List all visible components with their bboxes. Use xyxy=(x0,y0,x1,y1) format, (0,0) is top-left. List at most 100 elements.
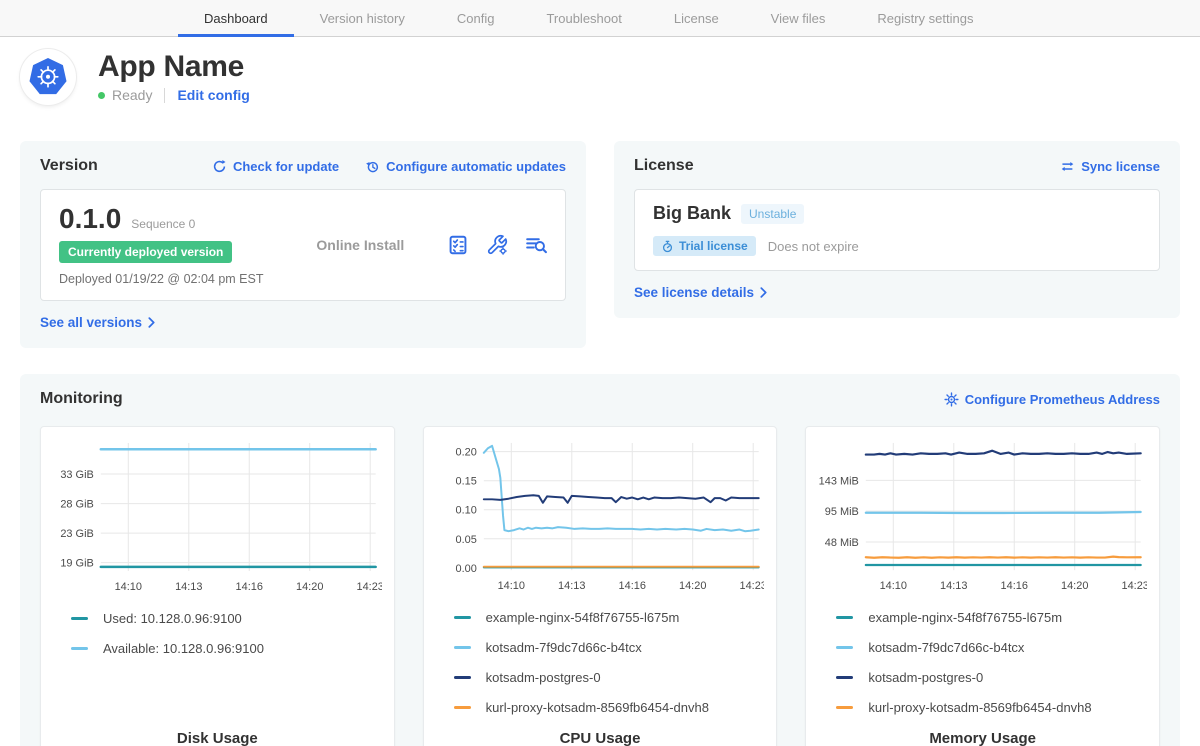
svg-text:14:20: 14:20 xyxy=(296,581,323,593)
chart-title: Disk Usage xyxy=(53,730,382,746)
edit-config-link[interactable]: Edit config xyxy=(177,87,249,103)
legend-swatch xyxy=(836,616,853,619)
version-number-row: 0.1.0 Sequence 0 xyxy=(59,203,274,235)
license-expiry: Does not expire xyxy=(768,239,859,254)
legend-label: example-nginx-54f8f76755-l675m xyxy=(868,610,1062,625)
legend-label: Used: 10.128.0.96:9100 xyxy=(103,611,242,626)
tab-troubleshoot[interactable]: Troubleshoot xyxy=(520,0,647,36)
configure-automatic-updates-link[interactable]: Configure automatic updates xyxy=(365,159,566,174)
chart-graph: 14:1014:1314:1614:2014:2348 MiB95 MiB143… xyxy=(818,437,1147,596)
chart-title: Memory Usage xyxy=(818,730,1147,746)
deployed-timestamp: Deployed 01/19/22 @ 02:04 pm EST xyxy=(59,272,274,286)
svg-text:14:13: 14:13 xyxy=(558,580,585,592)
tab-version-history[interactable]: Version history xyxy=(294,0,431,36)
version-sequence: Sequence 0 xyxy=(131,217,195,231)
legend-item: kotsadm-7f9dc7d66c-b4tcx xyxy=(454,640,765,655)
chart-card: 14:1014:1314:1614:2014:2348 MiB95 MiB143… xyxy=(805,426,1160,746)
version-card-head: Version Check for update xyxy=(40,155,566,177)
chart-legend: example-nginx-54f8f76755-l675m kotsadm-7f… xyxy=(818,610,1147,730)
clock-refresh-icon xyxy=(365,159,380,174)
legend-item: Available: 10.128.0.96:9100 xyxy=(71,641,382,656)
sync-license-link[interactable]: Sync license xyxy=(1060,159,1160,174)
tab-view-files[interactable]: View files xyxy=(745,0,852,36)
legend-item: example-nginx-54f8f76755-l675m xyxy=(836,610,1147,625)
svg-text:14:20: 14:20 xyxy=(679,580,706,592)
main-content: App Name Ready Edit config Version xyxy=(0,49,1200,746)
license-type-row: Trial license Does not expire xyxy=(653,236,1141,256)
gear-icon xyxy=(944,392,959,407)
legend-label: kotsadm-7f9dc7d66c-b4tcx xyxy=(868,640,1024,655)
chart-card: 14:10 14:13 14:16 14:20 14:23 19 GiB 23 GiB 28 … xyxy=(40,426,395,746)
svg-text:19 GiB: 19 GiB xyxy=(60,558,93,570)
chart-legend: example-nginx-54f8f76755-l675m kotsadm-7f… xyxy=(436,610,765,730)
legend-item: Used: 10.128.0.96:9100 xyxy=(71,611,382,626)
legend-swatch xyxy=(454,616,471,619)
tab-registry-settings[interactable]: Registry settings xyxy=(851,0,999,36)
svg-text:14:13: 14:13 xyxy=(175,581,202,593)
svg-text:95 MiB: 95 MiB xyxy=(825,506,859,518)
monitoring-head: Monitoring Configure Prometheus Address xyxy=(40,388,1160,410)
svg-text:48 MiB: 48 MiB xyxy=(825,537,859,549)
refresh-icon xyxy=(212,159,227,174)
legend-item: kurl-proxy-kotsadm-8569fb6454-dnvh8 xyxy=(454,700,765,715)
chart-graph: 14:10 14:13 14:16 14:20 14:23 19 GiB 23 GiB 28 … xyxy=(53,437,382,597)
svg-text:0.15: 0.15 xyxy=(455,476,476,488)
chart-legend: Used: 10.128.0.96:9100 Available: 10.128.… xyxy=(53,611,382,671)
ready-status-text: Ready xyxy=(112,87,152,103)
monitoring-title: Monitoring xyxy=(40,390,123,408)
version-card: Version Check for update xyxy=(20,141,586,348)
legend-swatch xyxy=(71,647,88,650)
svg-text:14:23: 14:23 xyxy=(356,581,381,593)
monitoring-section: Monitoring Configure Prometheus Address … xyxy=(20,374,1180,746)
legend-label: example-nginx-54f8f76755-l675m xyxy=(486,610,680,625)
legend-swatch xyxy=(454,676,471,679)
legend-label: kotsadm-postgres-0 xyxy=(486,670,601,685)
svg-text:14:16: 14:16 xyxy=(236,581,263,593)
version-card-actions: Check for update Configure automatic upd… xyxy=(212,159,566,174)
tab-license[interactable]: License xyxy=(648,0,745,36)
svg-text:33 GiB: 33 GiB xyxy=(60,469,93,481)
chevron-right-icon xyxy=(148,317,155,328)
legend-swatch xyxy=(836,646,853,649)
version-info: 0.1.0 Sequence 0 Currently deployed vers… xyxy=(59,203,274,286)
svg-text:28 GiB: 28 GiB xyxy=(60,499,93,511)
check-for-update-link[interactable]: Check for update xyxy=(212,159,339,174)
config-wrench-icon[interactable] xyxy=(486,234,508,256)
license-card-title: License xyxy=(634,157,694,175)
license-card: License Sync license Big Bank Unstable xyxy=(614,141,1180,318)
version-number: 0.1.0 xyxy=(59,203,121,235)
svg-text:14:10: 14:10 xyxy=(497,580,524,592)
status-row: Ready Edit config xyxy=(98,87,250,103)
svg-text:14:23: 14:23 xyxy=(739,580,764,592)
svg-text:14:16: 14:16 xyxy=(618,580,645,592)
svg-text:14:13: 14:13 xyxy=(940,580,967,592)
legend-item: kotsadm-7f9dc7d66c-b4tcx xyxy=(836,640,1147,655)
svg-text:14:20: 14:20 xyxy=(1061,580,1088,592)
see-license-details-link[interactable]: See license details xyxy=(634,285,767,300)
svg-text:14:10: 14:10 xyxy=(115,581,142,593)
legend-item: kotsadm-postgres-0 xyxy=(836,670,1147,685)
channel-badge: Unstable xyxy=(741,204,804,224)
legend-label: kurl-proxy-kotsadm-8569fb6454-dnvh8 xyxy=(868,700,1091,715)
tab-dashboard[interactable]: Dashboard xyxy=(178,0,294,36)
version-card-title: Version xyxy=(40,157,98,175)
preflight-checks-icon[interactable] xyxy=(447,234,469,256)
version-action-icons xyxy=(447,234,547,256)
view-logs-icon[interactable] xyxy=(525,234,547,256)
tab-config[interactable]: Config xyxy=(431,0,521,36)
cards-row: Version Check for update xyxy=(20,141,1180,348)
sync-icon xyxy=(1060,159,1075,174)
stopwatch-icon xyxy=(661,240,674,253)
legend-swatch xyxy=(71,617,88,620)
configure-prometheus-link[interactable]: Configure Prometheus Address xyxy=(944,392,1160,407)
chevron-right-icon xyxy=(760,287,767,298)
deployed-status-badge: Currently deployed version xyxy=(59,241,232,263)
legend-label: Available: 10.128.0.96:9100 xyxy=(103,641,264,656)
top-nav: Dashboard Version history Config Trouble… xyxy=(0,0,1200,37)
legend-item: kurl-proxy-kotsadm-8569fb6454-dnvh8 xyxy=(836,700,1147,715)
see-all-versions-link[interactable]: See all versions xyxy=(40,315,155,330)
svg-text:23 GiB: 23 GiB xyxy=(60,528,93,540)
charts-row: 14:10 14:13 14:16 14:20 14:23 19 GiB 23 GiB 28 … xyxy=(40,426,1160,746)
chart-title: CPU Usage xyxy=(436,730,765,746)
app-header: App Name Ready Edit config xyxy=(20,49,1180,105)
